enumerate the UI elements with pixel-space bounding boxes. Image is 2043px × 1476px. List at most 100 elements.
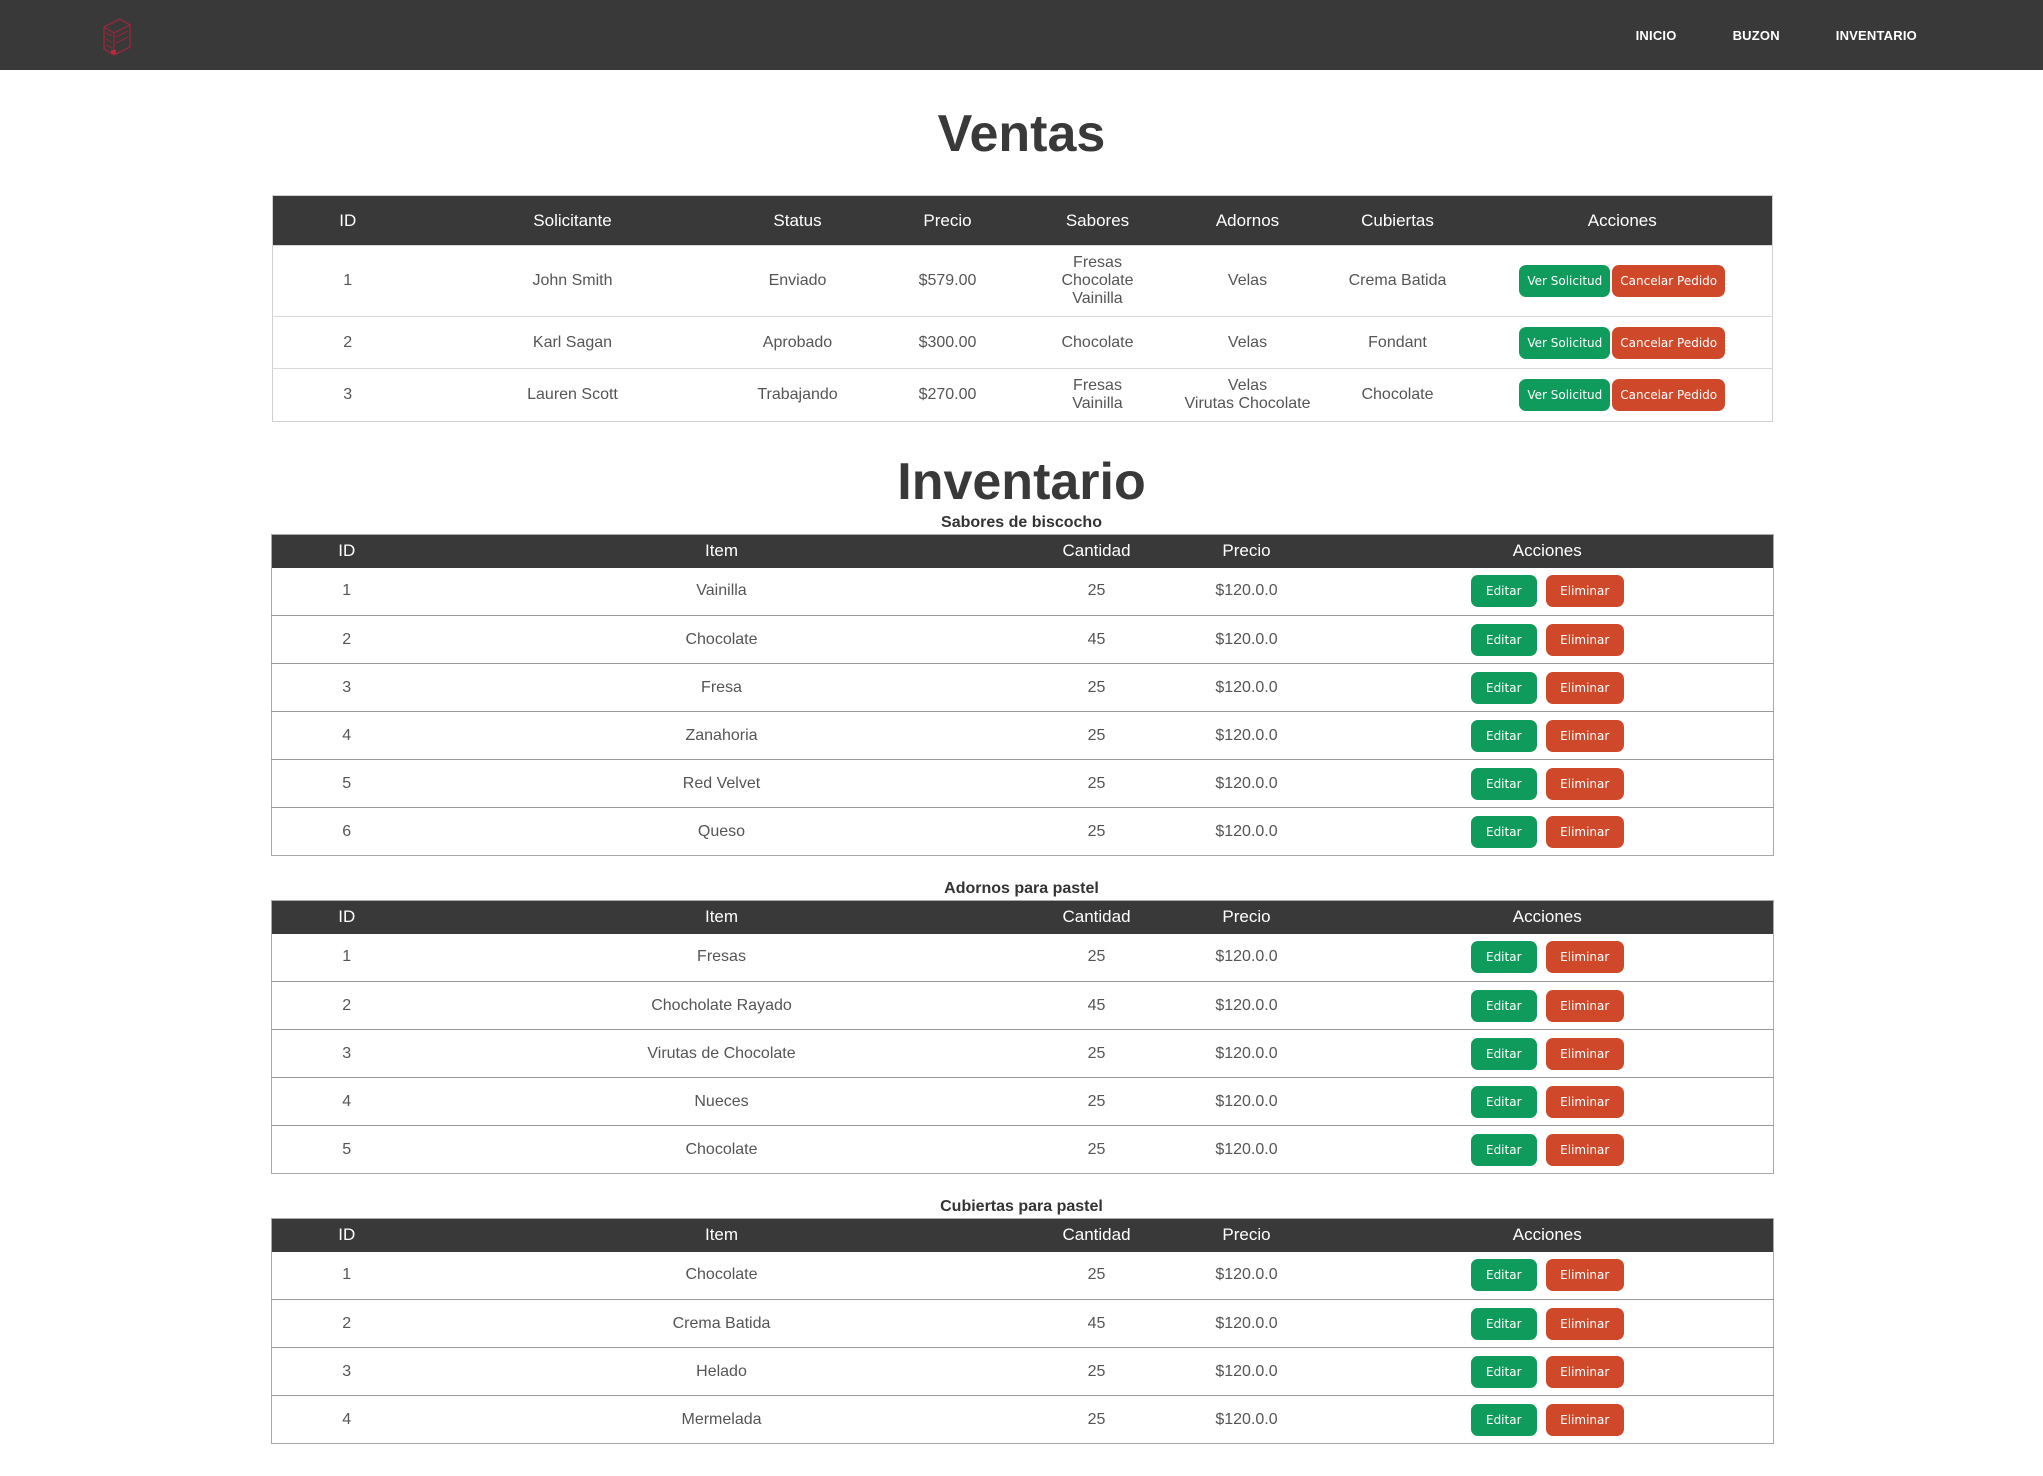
- editar-button[interactable]: Editar: [1470, 719, 1537, 752]
- inv-cantidad: 25: [1021, 663, 1172, 712]
- editar-button[interactable]: Editar: [1470, 1355, 1537, 1388]
- ventas-sabores: Fresas Chocolate Vainilla: [1022, 245, 1173, 317]
- eliminar-button[interactable]: Eliminar: [1545, 767, 1624, 800]
- eliminar-button[interactable]: Eliminar: [1545, 1259, 1624, 1292]
- ventas-id: 1: [272, 245, 423, 317]
- inventario-title: Inventario: [897, 453, 1146, 511]
- sabor-item: Fresas: [1073, 254, 1122, 271]
- editar-button[interactable]: Editar: [1470, 1307, 1537, 1340]
- cake-logo-icon[interactable]: [98, 13, 136, 59]
- inventario-section-sabores: Sabores de biscocho ID Item Cantidad Pre…: [0, 512, 2043, 856]
- eliminar-button[interactable]: Eliminar: [1545, 623, 1624, 656]
- inv-acciones: Editar Eliminar: [1322, 1252, 1774, 1300]
- editar-button[interactable]: Editar: [1470, 623, 1537, 656]
- inv-item: Fresa: [421, 663, 1022, 712]
- inv-id: 4: [271, 1077, 422, 1126]
- inv-item: Chocolate: [685, 1266, 758, 1284]
- editar-button[interactable]: Editar: [1470, 575, 1537, 608]
- inventario-header-row: ID Item Cantidad Precio Acciones: [271, 534, 1774, 568]
- inv-precio: $120.0.0: [1171, 1347, 1322, 1396]
- inv-acciones: Editar Eliminar: [1321, 807, 1774, 856]
- inventario-section-cubiertas: Cubiertas para pastel ID Item Cantidad P…: [0, 1196, 2043, 1444]
- inv-header-item: Item: [421, 1218, 1022, 1252]
- inv-cantidad: 45: [1021, 615, 1172, 664]
- nav-inventario-link[interactable]: INVENTARIO: [1836, 28, 1917, 43]
- cancelar-pedido-button[interactable]: Cancelar Pedido: [1612, 379, 1726, 411]
- editar-button[interactable]: Editar: [1470, 1085, 1537, 1118]
- inv-header-cantidad: Cantidad: [1021, 534, 1172, 568]
- inv-acciones: Editar Eliminar: [1321, 615, 1774, 664]
- eliminar-button[interactable]: Eliminar: [1545, 815, 1624, 848]
- editar-button[interactable]: Editar: [1470, 1259, 1537, 1292]
- inv-precio: $120.0.0: [1215, 948, 1278, 966]
- eliminar-button[interactable]: Eliminar: [1545, 941, 1624, 974]
- cancelar-pedido-button[interactable]: Cancelar Pedido: [1612, 326, 1726, 359]
- eliminar-button[interactable]: Eliminar: [1545, 1307, 1624, 1340]
- nav-inicio-link[interactable]: INICIO: [1636, 28, 1677, 43]
- editar-button[interactable]: Editar: [1470, 1037, 1537, 1070]
- editar-button[interactable]: Editar: [1470, 989, 1537, 1022]
- inventario-subtitle: Sabores de biscocho: [941, 514, 1102, 531]
- inv-id: 3: [271, 1347, 422, 1396]
- adorno-item: Virutas Chocolate: [1184, 395, 1311, 412]
- adorno-item: Velas: [1227, 377, 1268, 394]
- inv-acciones: Editar Eliminar: [1321, 1125, 1774, 1174]
- inv-id: 6: [271, 807, 422, 856]
- inv-precio: $120.0.0: [1171, 615, 1322, 664]
- inv-item: Crema Batida: [421, 1299, 1022, 1348]
- inv-id: 3: [271, 1029, 422, 1078]
- ventas-cubiertas: Chocolate: [1322, 368, 1473, 422]
- table-row: 1 Vainilla 25 $120.0.0 Editar Eliminar: [272, 568, 1774, 616]
- eliminar-button[interactable]: Eliminar: [1545, 1133, 1624, 1166]
- inv-acciones: Editar Eliminar: [1321, 711, 1774, 760]
- table-row: 1 Chocolate 25 $120.0.0 Editar Eliminar: [272, 1252, 1774, 1300]
- sabor-item: Vainilla: [1072, 290, 1123, 307]
- eliminar-button[interactable]: Eliminar: [1545, 1037, 1624, 1070]
- ver-solicitud-button[interactable]: Ver Solicitud: [1519, 265, 1611, 297]
- sabor-item: Chocolate: [1061, 333, 1134, 351]
- inv-cantidad: 25: [1087, 582, 1106, 600]
- inv-cantidad: 25: [1021, 807, 1172, 856]
- inv-id: 4: [271, 711, 422, 760]
- cancelar-pedido-button[interactable]: Cancelar Pedido: [1612, 265, 1726, 297]
- eliminar-button[interactable]: Eliminar: [1545, 989, 1624, 1022]
- inv-precio: $120.0.0: [1171, 711, 1322, 760]
- ventas-precio: $300.00: [872, 316, 1023, 369]
- eliminar-button[interactable]: Eliminar: [1545, 575, 1624, 608]
- editar-button[interactable]: Editar: [1470, 1403, 1537, 1436]
- inv-precio: $120.0.0: [1171, 1077, 1322, 1126]
- editar-button[interactable]: Editar: [1470, 671, 1537, 704]
- table-row: 3 Virutas de Chocolate 25 $120.0.0 Edita…: [271, 1029, 1774, 1078]
- eliminar-button[interactable]: Eliminar: [1545, 1355, 1624, 1388]
- eliminar-button[interactable]: Eliminar: [1545, 719, 1624, 752]
- table-row: 5 Chocolate 25 $120.0.0 Editar Eliminar: [271, 1125, 1774, 1174]
- ver-solicitud-button[interactable]: Ver Solicitud: [1519, 379, 1611, 411]
- editar-button[interactable]: Editar: [1470, 941, 1537, 974]
- ver-solicitud-button[interactable]: Ver Solicitud: [1519, 326, 1611, 359]
- inv-header-cantidad: Cantidad: [1021, 900, 1172, 934]
- ventas-header-cubiertas: Cubiertas: [1322, 195, 1473, 246]
- adorno-item: Velas: [1227, 272, 1268, 289]
- editar-button[interactable]: Editar: [1470, 1133, 1537, 1166]
- inv-cantidad: 25: [1021, 759, 1172, 808]
- eliminar-button[interactable]: Eliminar: [1545, 1403, 1624, 1436]
- eliminar-button[interactable]: Eliminar: [1545, 671, 1624, 704]
- inv-precio: $120.0.0: [1171, 981, 1322, 1030]
- ventas-adornos: Velas Virutas Chocolate: [1172, 368, 1323, 422]
- inv-cantidad: 25: [1087, 1266, 1106, 1284]
- ventas-row: 3 Lauren Scott Trabajando $270.00 Fresas…: [272, 368, 1773, 422]
- ventas-acciones: Ver Solicitud Cancelar Pedido: [1472, 245, 1773, 317]
- eliminar-button[interactable]: Eliminar: [1545, 1085, 1624, 1118]
- inv-acciones: Editar Eliminar: [1322, 568, 1774, 616]
- inv-item: Fresas: [697, 948, 746, 966]
- ventas-header-row: ID Solicitante Status Precio Sabores Ado…: [272, 195, 1773, 246]
- editar-button[interactable]: Editar: [1470, 767, 1537, 800]
- ventas-cubiertas: Crema Batida: [1322, 245, 1473, 317]
- nav-buzon-link[interactable]: BUZON: [1733, 28, 1780, 43]
- inv-precio: $120.0.0: [1215, 582, 1278, 600]
- ventas-cubiertas: Fondant: [1322, 316, 1473, 369]
- ventas-precio: $579.00: [872, 245, 1023, 317]
- inv-header-precio: Precio: [1171, 900, 1322, 934]
- editar-button[interactable]: Editar: [1470, 815, 1537, 848]
- sabor-item: Chocolate: [1061, 272, 1134, 289]
